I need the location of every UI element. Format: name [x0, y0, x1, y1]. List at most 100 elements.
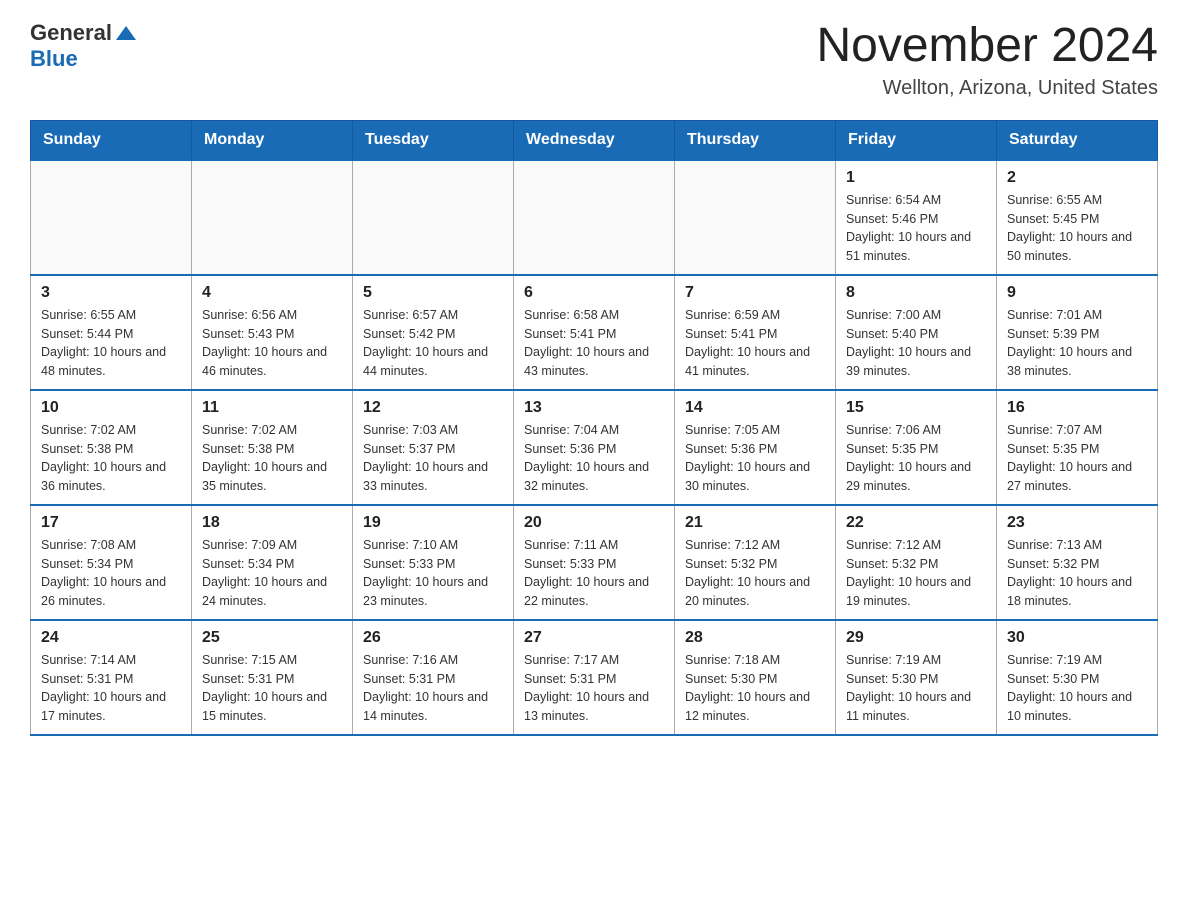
- day-number: 5: [363, 284, 503, 302]
- calendar-cell: 8 Sunrise: 7:00 AM Sunset: 5:40 PM Daylig…: [836, 275, 997, 390]
- day-number: 27: [524, 629, 664, 647]
- day-info: Sunrise: 7:16 AM Sunset: 5:31 PM Dayligh…: [363, 651, 503, 726]
- day-number: 17: [41, 514, 181, 532]
- calendar-week-5: 24Sunrise: 7:14 AM Sunset: 5:31 PM Dayli…: [31, 620, 1158, 735]
- calendar-cell: 19Sunrise: 7:10 AM Sunset: 5:33 PM Dayli…: [353, 505, 514, 620]
- page-header: General Blue November 2024 Wellton, Ariz…: [30, 20, 1158, 100]
- calendar-cell: 18Sunrise: 7:09 AM Sunset: 5:34 PM Dayli…: [192, 505, 353, 620]
- calendar-header-thursday: Thursday: [675, 120, 836, 160]
- day-number: 22: [846, 514, 986, 532]
- day-number: 8: [846, 284, 986, 302]
- calendar-cell: 3 Sunrise: 6:55 AM Sunset: 5:44 PM Daylig…: [31, 275, 192, 390]
- calendar-cell: 15Sunrise: 7:06 AM Sunset: 5:35 PM Dayli…: [836, 390, 997, 505]
- calendar-cell: 5Sunrise: 6:57 AM Sunset: 5:42 PM Daylig…: [353, 275, 514, 390]
- day-info: Sunrise: 7:02 AM Sunset: 5:38 PM Dayligh…: [41, 421, 181, 496]
- calendar-cell: 28Sunrise: 7:18 AM Sunset: 5:30 PM Dayli…: [675, 620, 836, 735]
- calendar-header-sunday: Sunday: [31, 120, 192, 160]
- calendar-cell: 14 Sunrise: 7:05 AM Sunset: 5:36 PM Dayli…: [675, 390, 836, 505]
- calendar-week-2: 3 Sunrise: 6:55 AM Sunset: 5:44 PM Daylig…: [31, 275, 1158, 390]
- calendar-cell: 23Sunrise: 7:13 AM Sunset: 5:32 PM Dayli…: [997, 505, 1158, 620]
- day-number: 21: [685, 514, 825, 532]
- calendar-cell: 22 Sunrise: 7:12 AM Sunset: 5:32 PM Dayli…: [836, 505, 997, 620]
- day-info: Sunrise: 6:55 AM Sunset: 5:44 PM Dayligh…: [41, 306, 181, 381]
- day-number: 16: [1007, 399, 1147, 417]
- day-number: 18: [202, 514, 342, 532]
- calendar-cell: [353, 160, 514, 275]
- day-number: 4: [202, 284, 342, 302]
- calendar-table: SundayMondayTuesdayWednesdayThursdayFrid…: [30, 120, 1158, 736]
- day-number: 3: [41, 284, 181, 302]
- day-info: Sunrise: 7:07 AM Sunset: 5:35 PM Dayligh…: [1007, 421, 1147, 496]
- calendar-week-1: 1Sunrise: 6:54 AM Sunset: 5:46 PM Daylig…: [31, 160, 1158, 275]
- calendar-cell: [192, 160, 353, 275]
- logo-blue-part: [114, 26, 136, 40]
- day-number: 7: [685, 284, 825, 302]
- day-number: 20: [524, 514, 664, 532]
- logo: General Blue: [30, 20, 136, 72]
- calendar-header-wednesday: Wednesday: [514, 120, 675, 160]
- calendar-cell: 4 Sunrise: 6:56 AM Sunset: 5:43 PM Daylig…: [192, 275, 353, 390]
- day-info: Sunrise: 7:04 AM Sunset: 5:36 PM Dayligh…: [524, 421, 664, 496]
- day-info: Sunrise: 6:59 AM Sunset: 5:41 PM Dayligh…: [685, 306, 825, 381]
- calendar-header-friday: Friday: [836, 120, 997, 160]
- calendar-header-monday: Monday: [192, 120, 353, 160]
- day-number: 12: [363, 399, 503, 417]
- day-number: 25: [202, 629, 342, 647]
- calendar-cell: [675, 160, 836, 275]
- title-section: November 2024 Wellton, Arizona, United S…: [816, 20, 1158, 100]
- day-number: 28: [685, 629, 825, 647]
- day-number: 9: [1007, 284, 1147, 302]
- calendar-cell: 17 Sunrise: 7:08 AM Sunset: 5:34 PM Dayli…: [31, 505, 192, 620]
- day-number: 13: [524, 399, 664, 417]
- day-info: Sunrise: 7:11 AM Sunset: 5:33 PM Dayligh…: [524, 536, 664, 611]
- calendar-cell: 24Sunrise: 7:14 AM Sunset: 5:31 PM Dayli…: [31, 620, 192, 735]
- day-number: 14: [685, 399, 825, 417]
- calendar-cell: 16 Sunrise: 7:07 AM Sunset: 5:35 PM Dayli…: [997, 390, 1158, 505]
- day-info: Sunrise: 7:05 AM Sunset: 5:36 PM Dayligh…: [685, 421, 825, 496]
- day-info: Sunrise: 7:13 AM Sunset: 5:32 PM Dayligh…: [1007, 536, 1147, 611]
- month-title: November 2024: [816, 20, 1158, 73]
- day-info: Sunrise: 6:54 AM Sunset: 5:46 PM Dayligh…: [846, 191, 986, 266]
- calendar-cell: 1Sunrise: 6:54 AM Sunset: 5:46 PM Daylig…: [836, 160, 997, 275]
- day-info: Sunrise: 7:19 AM Sunset: 5:30 PM Dayligh…: [846, 651, 986, 726]
- day-info: Sunrise: 7:14 AM Sunset: 5:31 PM Dayligh…: [41, 651, 181, 726]
- calendar-cell: 11 Sunrise: 7:02 AM Sunset: 5:38 PM Dayli…: [192, 390, 353, 505]
- day-number: 10: [41, 399, 181, 417]
- calendar-cell: 7 Sunrise: 6:59 AM Sunset: 5:41 PM Daylig…: [675, 275, 836, 390]
- calendar-header-tuesday: Tuesday: [353, 120, 514, 160]
- calendar-week-3: 10 Sunrise: 7:02 AM Sunset: 5:38 PM Dayli…: [31, 390, 1158, 505]
- day-info: Sunrise: 7:08 AM Sunset: 5:34 PM Dayligh…: [41, 536, 181, 611]
- logo-blue-text: Blue: [30, 46, 78, 72]
- calendar-cell: [514, 160, 675, 275]
- day-info: Sunrise: 7:02 AM Sunset: 5:38 PM Dayligh…: [202, 421, 342, 496]
- calendar-cell: 30Sunrise: 7:19 AM Sunset: 5:30 PM Dayli…: [997, 620, 1158, 735]
- day-info: Sunrise: 7:12 AM Sunset: 5:32 PM Dayligh…: [685, 536, 825, 611]
- day-info: Sunrise: 7:19 AM Sunset: 5:30 PM Dayligh…: [1007, 651, 1147, 726]
- day-number: 11: [202, 399, 342, 417]
- day-info: Sunrise: 7:00 AM Sunset: 5:40 PM Dayligh…: [846, 306, 986, 381]
- day-info: Sunrise: 7:03 AM Sunset: 5:37 PM Dayligh…: [363, 421, 503, 496]
- day-number: 26: [363, 629, 503, 647]
- calendar-cell: 9 Sunrise: 7:01 AM Sunset: 5:39 PM Daylig…: [997, 275, 1158, 390]
- calendar-cell: 26 Sunrise: 7:16 AM Sunset: 5:31 PM Dayli…: [353, 620, 514, 735]
- day-info: Sunrise: 6:56 AM Sunset: 5:43 PM Dayligh…: [202, 306, 342, 381]
- calendar-cell: 29Sunrise: 7:19 AM Sunset: 5:30 PM Dayli…: [836, 620, 997, 735]
- day-number: 15: [846, 399, 986, 417]
- calendar-cell: 2Sunrise: 6:55 AM Sunset: 5:45 PM Daylig…: [997, 160, 1158, 275]
- calendar-header-row: SundayMondayTuesdayWednesdayThursdayFrid…: [31, 120, 1158, 160]
- calendar-cell: 20 Sunrise: 7:11 AM Sunset: 5:33 PM Dayli…: [514, 505, 675, 620]
- calendar-cell: 6 Sunrise: 6:58 AM Sunset: 5:41 PM Daylig…: [514, 275, 675, 390]
- calendar-cell: 25 Sunrise: 7:15 AM Sunset: 5:31 PM Dayli…: [192, 620, 353, 735]
- day-info: Sunrise: 6:58 AM Sunset: 5:41 PM Dayligh…: [524, 306, 664, 381]
- day-number: 19: [363, 514, 503, 532]
- day-number: 6: [524, 284, 664, 302]
- day-info: Sunrise: 7:12 AM Sunset: 5:32 PM Dayligh…: [846, 536, 986, 611]
- day-info: Sunrise: 7:15 AM Sunset: 5:31 PM Dayligh…: [202, 651, 342, 726]
- calendar-cell: 27Sunrise: 7:17 AM Sunset: 5:31 PM Dayli…: [514, 620, 675, 735]
- calendar-cell: 10 Sunrise: 7:02 AM Sunset: 5:38 PM Dayli…: [31, 390, 192, 505]
- calendar-header-saturday: Saturday: [997, 120, 1158, 160]
- calendar-cell: [31, 160, 192, 275]
- day-info: Sunrise: 7:01 AM Sunset: 5:39 PM Dayligh…: [1007, 306, 1147, 381]
- calendar-cell: 13 Sunrise: 7:04 AM Sunset: 5:36 PM Dayli…: [514, 390, 675, 505]
- calendar-cell: 12 Sunrise: 7:03 AM Sunset: 5:37 PM Dayli…: [353, 390, 514, 505]
